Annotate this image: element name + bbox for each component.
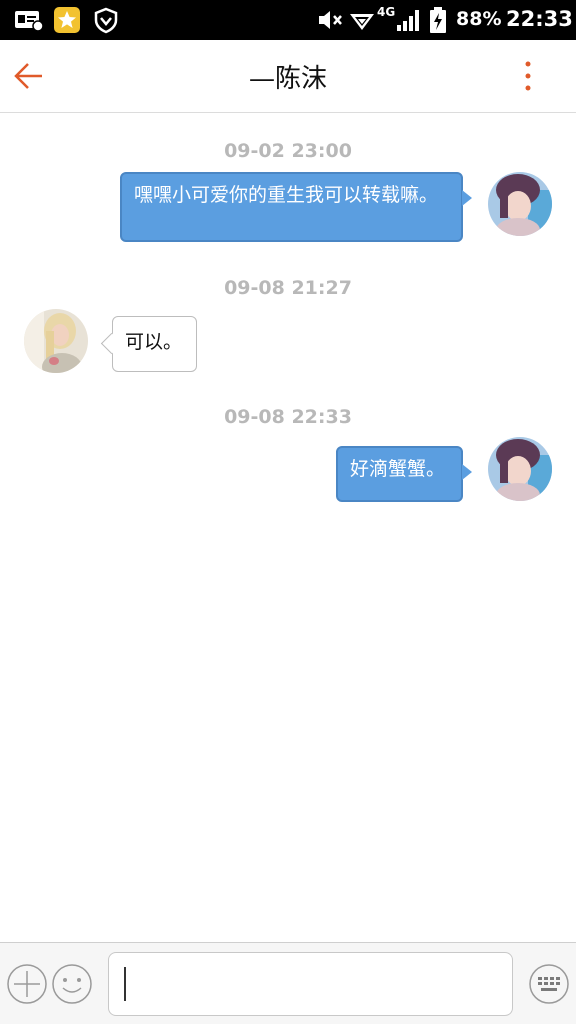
message-list[interactable]: 09-02 23:00 嘿嘿小可爱你的重生我可以转载嘛。 09-08 21:27… xyxy=(0,114,576,942)
back-arrow-icon[interactable] xyxy=(8,54,52,98)
more-vertical-icon[interactable] xyxy=(514,56,542,96)
avatar-image xyxy=(488,172,552,236)
message-text: 可以。 xyxy=(125,331,183,353)
wifi-icon xyxy=(350,14,374,30)
my-avatar[interactable] xyxy=(488,172,552,236)
signal-icon xyxy=(397,10,419,31)
battery-percent: 88% xyxy=(456,8,502,30)
emoji-icon[interactable] xyxy=(51,963,93,1005)
outgoing-message-bubble[interactable]: 嘿嘿小可爱你的重生我可以转载嘛。 xyxy=(120,172,472,242)
clock: 22:33 xyxy=(506,7,573,31)
status-bar: 4G 88% 22:33 xyxy=(0,0,576,40)
outgoing-message-bubble[interactable]: 好滴蟹蟹。 xyxy=(336,446,472,502)
chat-header: —陈沫 xyxy=(0,40,576,113)
my-avatar[interactable] xyxy=(488,437,552,501)
shield-icon xyxy=(94,7,118,34)
plus-icon[interactable] xyxy=(6,963,48,1005)
id-card-icon xyxy=(15,11,44,32)
message-timestamp: 09-08 22:33 xyxy=(224,406,352,428)
battery-icon xyxy=(430,7,446,33)
message-text: 嘿嘿小可爱你的重生我可以转载嘛。 xyxy=(134,184,439,206)
avatar-image xyxy=(24,309,88,373)
message-timestamp: 09-02 23:00 xyxy=(224,140,352,162)
avatar-image xyxy=(488,437,552,501)
message-input[interactable] xyxy=(108,952,513,1016)
incoming-message-bubble[interactable]: 可以。 xyxy=(112,316,197,372)
page-title: —陈沫 xyxy=(248,64,327,94)
message-text: 好滴蟹蟹。 xyxy=(350,458,446,480)
keyboard-icon[interactable] xyxy=(528,963,570,1005)
star-app-icon xyxy=(54,7,80,33)
mute-icon xyxy=(319,11,342,29)
contact-avatar[interactable] xyxy=(24,309,88,373)
input-bar xyxy=(0,942,576,1024)
message-timestamp: 09-08 21:27 xyxy=(224,277,352,299)
text-cursor xyxy=(124,967,126,1001)
network-type: 4G xyxy=(377,5,396,19)
